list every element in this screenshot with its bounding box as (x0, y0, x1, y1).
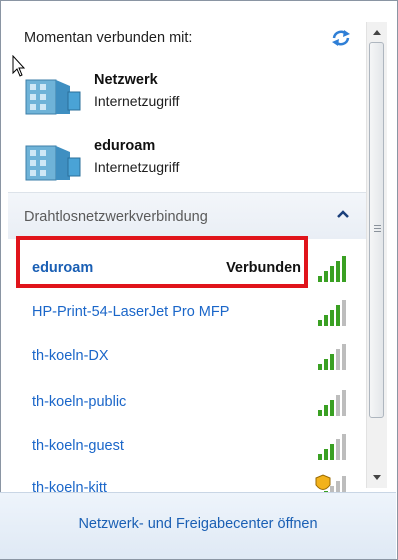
signal-strength-icon (318, 300, 346, 326)
wifi-item-th-koeln-guest[interactable]: th-koeln-guest (20, 432, 365, 462)
signal-bar (330, 444, 334, 460)
signal-bar (330, 266, 334, 282)
connection-access: Internetzugriff (94, 159, 180, 175)
connection-access: Internetzugriff (94, 93, 180, 109)
signal-bar (318, 276, 322, 282)
signal-bar (318, 320, 322, 326)
signal-bar (318, 410, 322, 416)
wifi-item-th-koeln-kitt[interactable]: th-koeln-kitt (20, 474, 365, 492)
signal-strength-shield-icon (315, 474, 346, 492)
signal-strength-icon (318, 390, 346, 416)
wifi-name: HP-Print-54-LaserJet Pro MFP (32, 304, 230, 320)
scroll-up-arrow-icon[interactable] (367, 24, 387, 42)
signal-bar (336, 305, 340, 326)
signal-bar (336, 439, 340, 460)
scroll-thumb[interactable] (369, 42, 384, 418)
signal-bar (336, 261, 340, 282)
network-sharing-center-link[interactable]: Netzwerk- und Freigabecenter öffnen (0, 516, 396, 532)
wifi-item-hp-print[interactable]: HP-Print-54-LaserJet Pro MFP (20, 298, 365, 328)
signal-bar (342, 344, 346, 370)
wifi-item-th-koeln-dx[interactable]: th-koeln-DX (20, 342, 365, 372)
signal-bar (336, 481, 340, 492)
refresh-arrows-icon[interactable] (330, 28, 352, 48)
signal-bar (318, 364, 322, 370)
signal-bar (324, 315, 328, 326)
connection-name: Netzwerk (94, 72, 158, 88)
chevron-up-icon[interactable] (336, 208, 350, 220)
scroll-down-arrow-icon[interactable] (367, 468, 387, 486)
wifi-item-th-koeln-public[interactable]: th-koeln-public (20, 388, 365, 418)
wifi-name: th-koeln-guest (32, 438, 124, 454)
highlight-box (16, 236, 308, 288)
network-building-icon (25, 145, 81, 181)
signal-bar (330, 400, 334, 416)
signal-strength-icon (318, 344, 346, 370)
security-shield-icon (315, 474, 331, 490)
wireless-section-label: Drahtlosnetzwerkverbindung (24, 209, 208, 225)
connection-name: eduroam (94, 138, 156, 154)
signal-bar (336, 349, 340, 370)
signal-strength-icon (318, 434, 346, 460)
signal-bar (324, 359, 328, 370)
signal-bar (324, 405, 328, 416)
signal-bar (330, 310, 334, 326)
wifi-name: th-koeln-public (32, 394, 127, 410)
footer-bar: Netzwerk- und Freigabecenter öffnen (0, 492, 396, 559)
signal-bar (324, 271, 328, 282)
signal-bar (330, 354, 334, 370)
signal-bar (342, 476, 346, 492)
signal-bar (342, 434, 346, 460)
signal-bar (342, 300, 346, 326)
wifi-name: th-koeln-DX (32, 348, 109, 364)
signal-bar (318, 454, 322, 460)
signal-strength-icon (318, 256, 346, 282)
signal-bar (324, 449, 328, 460)
signal-bar (342, 390, 346, 416)
wifi-name: th-koeln-kitt (32, 480, 107, 492)
signal-bar (336, 395, 340, 416)
network-building-icon (25, 79, 81, 115)
connection-item-eduroam[interactable]: eduroam Internetzugriff (24, 138, 344, 198)
currently-connected-label: Momentan verbunden mit: (24, 30, 193, 46)
vertical-scrollbar[interactable] (366, 22, 387, 488)
connection-item-netzwerk[interactable]: Netzwerk Internetzugriff (24, 72, 344, 132)
signal-bar (342, 256, 346, 282)
